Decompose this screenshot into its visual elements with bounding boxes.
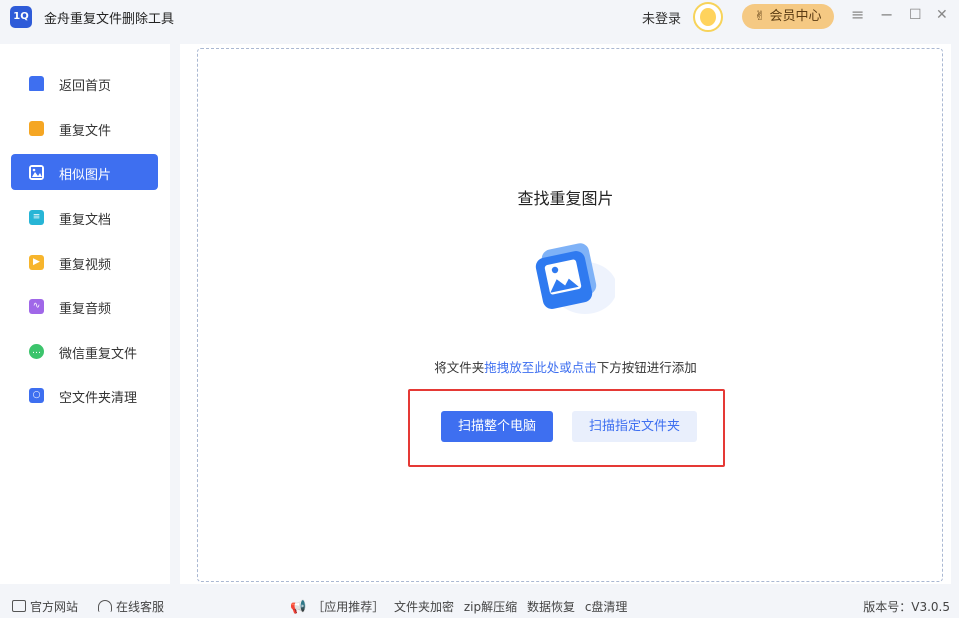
sidebar-item-label: 微信重复文件 [59,347,138,362]
sidebar-item-label: 返回首页 [59,79,112,94]
sidebar-item-wechat-files[interactable]: … 微信重复文件 [11,333,158,369]
sidebar-item-label: 重复文件 [59,124,112,139]
promo-link[interactable]: 数据恢复 [527,600,575,614]
drop-hint-link[interactable]: 拖拽放至此处或点击 [484,360,597,375]
folder-icon [29,121,44,136]
promo-link[interactable]: 文件夹加密 [394,600,454,614]
sidebar-item-duplicate-docs[interactable]: ≡ 重复文档 [11,199,158,235]
drop-hint: 将文件夹拖拽放至此处或点击下方按钮进行添加 [180,357,951,376]
app-recommendations: 📢 ［应用推荐］ 文件夹加密 zip解压缩 数据恢复 c盘清理 [290,598,627,615]
sidebar-item-label: 空文件夹清理 [59,391,138,406]
drop-hint-prefix: 将文件夹 [434,360,485,375]
scan-folder-button[interactable]: 扫描指定文件夹 [572,411,697,442]
online-support-label: 在线客服 [116,600,165,614]
maximize-icon[interactable]: ☐ [909,5,922,25]
title-bar: 1Q 金舟重复文件删除工具 未登录 ✌ 会员中心 ≡ − ☐ ✕ [0,0,959,34]
official-website-label: 官方网站 [30,600,79,614]
scan-entire-computer-button[interactable]: 扫描整个电脑 [441,411,553,442]
close-icon[interactable]: ✕ [936,5,948,25]
user-avatar[interactable] [693,2,723,32]
app-logo: 1Q [10,6,32,28]
vip-center-label: 会员中心 [769,9,822,24]
drop-hint-suffix: 下方按钮进行添加 [596,360,697,375]
promo-prefix: ［应用推荐］ [312,600,385,614]
image-icon [29,165,44,180]
sidebar-item-duplicate-audio[interactable]: ∿ 重复音频 [11,288,158,324]
video-icon: ▶ [29,255,44,270]
official-website-link[interactable]: 官方网站 [12,598,78,615]
megaphone-icon: 📢 [290,600,307,615]
main-panel: 查找重复图片 将文件夹拖拽放至此处或点击下方按钮进行添加 扫描整个电脑 扫描指定… [180,44,951,584]
sidebar-item-duplicate-files[interactable]: 重复文件 [11,110,158,146]
page-title: 查找重复图片 [517,189,614,208]
promo-link[interactable]: c盘清理 [585,600,628,614]
thumbs-up-icon: ✌ [754,9,766,24]
minimize-icon[interactable]: − [880,5,893,25]
version-label: 版本号：V3.0.5 [863,600,950,614]
promo-link[interactable]: zip解压缩 [464,600,517,614]
sidebar-item-similar-images[interactable]: 相似图片 [11,154,158,190]
menu-icon[interactable]: ≡ [851,5,864,25]
sidebar-item-label: 相似图片 [59,168,112,183]
sidebar-item-label: 重复音频 [59,302,112,317]
picture-icon [525,240,617,320]
sidebar-item-label: 重复文档 [59,213,112,228]
login-status[interactable]: 未登录 [642,8,681,27]
home-icon [29,76,44,91]
sidebar-item-label: 重复视频 [59,258,112,273]
online-support-link[interactable]: 在线客服 [98,598,164,615]
sidebar-item-home[interactable]: 返回首页 [11,65,158,101]
sidebar-item-empty-folders[interactable]: ○ 空文件夹清理 [11,377,158,413]
monitor-icon [12,600,26,612]
wechat-icon: … [29,344,44,359]
empty-folder-icon: ○ [29,388,44,403]
footer: 官方网站 在线客服 📢 ［应用推荐］ 文件夹加密 zip解压缩 数据恢复 c盘清理… [0,592,959,618]
sidebar-item-duplicate-videos[interactable]: ▶ 重复视频 [11,244,158,280]
document-icon: ≡ [29,210,44,225]
vip-center-button[interactable]: ✌ 会员中心 [742,4,834,29]
sidebar: 返回首页 重复文件 相似图片 ≡ 重复文档 ▶ 重复视频 ∿ 重复音频 … 微信… [0,44,170,584]
app-title: 金舟重复文件删除工具 [44,12,175,27]
headset-icon [98,600,112,612]
audio-icon: ∿ [29,299,44,314]
